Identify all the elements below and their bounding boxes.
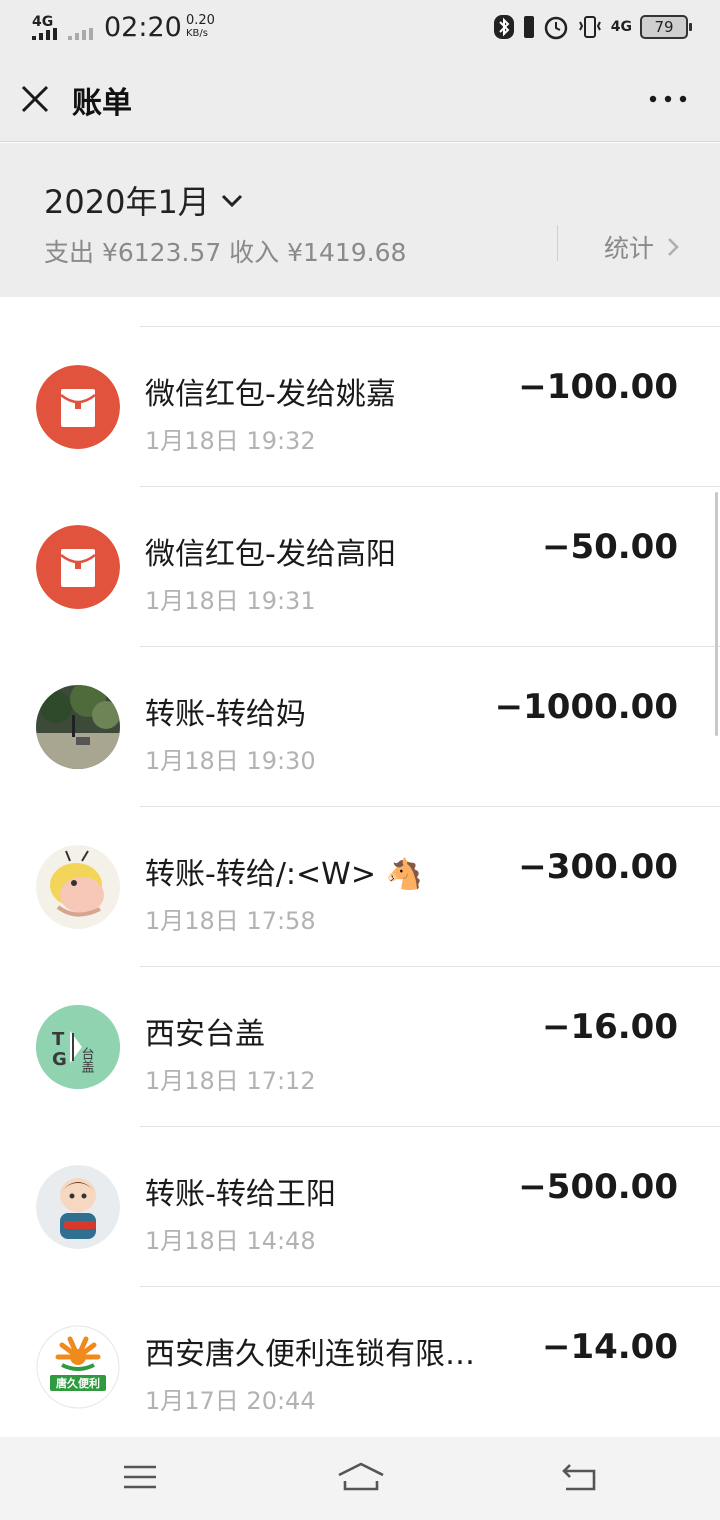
- transaction-time: 1月18日 19:32: [145, 427, 316, 455]
- list-item[interactable]: 转账-转给妈 1月18日 19:30 −1000.00: [0, 647, 720, 807]
- transaction-time: 1月18日 14:48: [145, 1227, 316, 1255]
- list-item[interactable]: T G 台盖 西安台盖 1月18日 17:12 −16.00: [0, 967, 720, 1127]
- stats-label: 统计: [604, 234, 655, 263]
- bluetooth-icon: [493, 15, 514, 39]
- transaction-name: 转账-转给/:<W> 🐴: [145, 857, 423, 892]
- transaction-name: 西安唐久便利连锁有限…: [145, 1337, 475, 1372]
- transaction-time: 1月18日 19:31: [145, 587, 316, 615]
- signal-icon-2: [68, 28, 93, 40]
- transaction-name: 西安台盖: [145, 1017, 265, 1052]
- home-icon[interactable]: [336, 1461, 386, 1493]
- speed-unit: KB/s: [186, 28, 208, 39]
- sim-icon: [523, 16, 534, 38]
- close-icon[interactable]: [20, 84, 50, 114]
- transaction-amount: −1000.00: [494, 687, 678, 727]
- red-packet-icon: [36, 525, 120, 609]
- boy-avatar: [36, 1165, 120, 1249]
- transaction-amount: −50.00: [541, 527, 678, 567]
- transaction-name: 转账-转给妈: [145, 697, 306, 732]
- transaction-amount: −300.00: [518, 847, 678, 887]
- list-item[interactable]: 微信红包-发给姚嘉 1月18日 19:32 −100.00: [0, 327, 720, 487]
- divider: [557, 225, 558, 261]
- transaction-name: 微信红包-发给姚嘉: [145, 377, 396, 412]
- month-label: 2020年1月: [44, 183, 210, 221]
- transaction-time: 1月18日 19:30: [145, 747, 316, 775]
- red-packet-icon: [36, 365, 120, 449]
- month-selector[interactable]: 2020年1月: [44, 177, 244, 223]
- photo-avatar: [36, 685, 120, 769]
- vibrate-icon: [578, 16, 601, 38]
- logo-text: 唐久便利: [56, 1376, 100, 1390]
- chevron-right-icon: [668, 238, 679, 256]
- transaction-name: 转账-转给王阳: [145, 1177, 336, 1212]
- transaction-time: 1月18日 17:12: [145, 1067, 316, 1095]
- logo-letter-t: T: [52, 1029, 65, 1050]
- logo-letter-g: G: [52, 1049, 67, 1070]
- cartoon-avatar: [36, 845, 120, 929]
- stats-button[interactable]: 统计: [604, 229, 680, 265]
- transaction-time: 1月18日 17:58: [145, 907, 316, 935]
- signal-icon: [32, 28, 57, 40]
- bill-summary: 2020年1月 支出 ¥6123.57 收入 ¥1419.68 统计: [0, 143, 720, 297]
- back-icon[interactable]: [560, 1461, 598, 1493]
- transaction-amount: −16.00: [541, 1007, 678, 1047]
- battery-icon: 79: [640, 15, 692, 39]
- status-bar: 4G 02:20 0.20 KB/s 4G 79: [0, 0, 720, 56]
- system-nav-bar: [0, 1437, 720, 1520]
- list-item[interactable]: 唐久便利 西安唐久便利连锁有限… 1月17日 20:44 −14.00: [0, 1287, 720, 1437]
- tangjiu-logo: 唐久便利: [36, 1325, 120, 1409]
- status-icons: 4G 79: [493, 14, 692, 40]
- clock: 02:20: [104, 12, 182, 43]
- speed-value: 0.20: [186, 13, 215, 28]
- list-item[interactable]: 转账-转给/:<W> 🐴 1月18日 17:58 −300.00: [0, 807, 720, 967]
- alarm-icon: [544, 16, 568, 40]
- page-title: 账单: [72, 86, 132, 121]
- logo-chinese-text: 台盖: [79, 1047, 95, 1073]
- nav-bar: 账单: [0, 56, 720, 142]
- scrollbar[interactable]: [715, 492, 718, 736]
- taigai-logo: T G 台盖: [36, 1005, 120, 1089]
- transaction-amount: −100.00: [518, 367, 678, 407]
- chevron-down-icon: [221, 194, 242, 208]
- transaction-time: 1月17日 20:44: [145, 1387, 316, 1415]
- totals-text: 支出 ¥6123.57 收入 ¥1419.68: [44, 238, 407, 267]
- transaction-name: 微信红包-发给高阳: [145, 537, 396, 572]
- list-item[interactable]: 转账-转给王阳 1月18日 14:48 −500.00: [0, 1127, 720, 1287]
- transaction-amount: −14.00: [541, 1327, 678, 1367]
- more-icon[interactable]: [648, 86, 688, 112]
- network-speed: 0.20 KB/s: [186, 14, 215, 40]
- network-label-2: 4G: [610, 19, 632, 35]
- transaction-list: 微信红包-发给姚嘉 1月18日 19:32 −100.00 微信红包-发给高阳 …: [0, 297, 720, 1437]
- list-item[interactable]: 微信红包-发给高阳 1月18日 19:31 −50.00: [0, 487, 720, 647]
- menu-icon[interactable]: [122, 1461, 158, 1493]
- transaction-amount: −500.00: [518, 1167, 678, 1207]
